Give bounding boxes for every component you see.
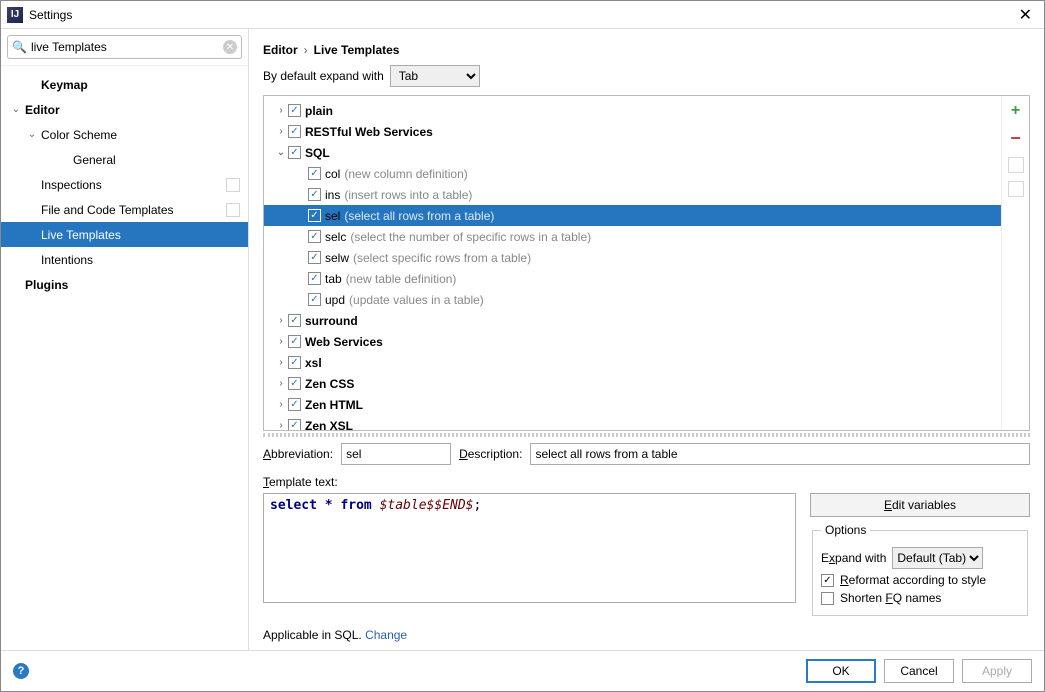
sidebar-item[interactable]: ⌄Color Scheme bbox=[1, 122, 248, 147]
group-checkbox[interactable]: ✓ bbox=[288, 419, 301, 430]
app-icon: IJ bbox=[7, 7, 23, 23]
options-group: Options Expand with Default (Tab) ✓ Refo… bbox=[812, 523, 1028, 616]
splitter-grip[interactable] bbox=[263, 433, 1030, 437]
expand-label: By default expand with bbox=[263, 69, 384, 83]
item-checkbox[interactable]: ✓ bbox=[308, 272, 321, 285]
template-item[interactable]: ✓ins (insert rows into a table) bbox=[264, 184, 1001, 205]
template-item[interactable]: ✓col (new column definition) bbox=[264, 163, 1001, 184]
group-checkbox[interactable]: ✓ bbox=[288, 125, 301, 138]
sidebar-item[interactable]: Live Templates bbox=[1, 222, 248, 247]
description-input[interactable] bbox=[530, 443, 1030, 465]
ok-button[interactable]: OK bbox=[806, 659, 876, 683]
apply-button[interactable]: Apply bbox=[962, 659, 1032, 683]
desc-label: Description: bbox=[459, 447, 522, 461]
item-checkbox[interactable]: ✓ bbox=[308, 251, 321, 264]
breadcrumb: Editor›Live Templates bbox=[249, 29, 1044, 65]
sidebar-item[interactable]: Keymap bbox=[1, 72, 248, 97]
template-item[interactable]: ✓selw (select specific rows from a table… bbox=[264, 247, 1001, 268]
search-input[interactable]: 🔍 ✕ bbox=[7, 35, 242, 59]
template-group[interactable]: ›✓plain bbox=[264, 100, 1001, 121]
scheme-icon bbox=[226, 203, 240, 217]
item-checkbox[interactable]: ✓ bbox=[308, 209, 321, 222]
search-icon: 🔍 bbox=[12, 40, 27, 54]
template-group[interactable]: ›✓Zen CSS bbox=[264, 373, 1001, 394]
template-item[interactable]: ✓sel (select all rows from a table) bbox=[264, 205, 1001, 226]
item-checkbox[interactable]: ✓ bbox=[308, 167, 321, 180]
reformat-checkbox[interactable]: ✓ bbox=[821, 574, 834, 587]
search-field[interactable] bbox=[27, 40, 223, 54]
settings-tree[interactable]: Keymap⌄Editor⌄Color SchemeGeneralInspect… bbox=[1, 66, 248, 650]
template-group[interactable]: ›✓Web Services bbox=[264, 331, 1001, 352]
clear-search-icon[interactable]: ✕ bbox=[223, 40, 237, 54]
group-checkbox[interactable]: ✓ bbox=[288, 356, 301, 369]
sidebar-item[interactable]: General bbox=[1, 147, 248, 172]
sidebar-item[interactable]: Intentions bbox=[1, 247, 248, 272]
shorten-label: Shorten FQ names bbox=[840, 591, 941, 605]
sidebar: 🔍 ✕ Keymap⌄Editor⌄Color SchemeGeneralIns… bbox=[1, 29, 249, 650]
template-item[interactable]: ✓selc (select the number of specific row… bbox=[264, 226, 1001, 247]
group-checkbox[interactable]: ✓ bbox=[288, 314, 301, 327]
template-group[interactable]: ›✓RESTful Web Services bbox=[264, 121, 1001, 142]
templates-tree[interactable]: ›✓plain›✓RESTful Web Services⌄✓SQL✓col (… bbox=[264, 96, 1001, 430]
template-group[interactable]: ›✓Zen HTML bbox=[264, 394, 1001, 415]
remove-icon[interactable]: − bbox=[1010, 128, 1021, 149]
shorten-checkbox[interactable] bbox=[821, 592, 834, 605]
abbreviation-input[interactable] bbox=[341, 443, 451, 465]
sidebar-item[interactable]: Inspections bbox=[1, 172, 248, 197]
item-checkbox[interactable]: ✓ bbox=[308, 230, 321, 243]
applicable-text: Applicable in SQL. Change bbox=[249, 624, 1044, 650]
expand-with-select[interactable]: Default (Tab) bbox=[892, 547, 983, 569]
template-item[interactable]: ✓tab (new table definition) bbox=[264, 268, 1001, 289]
template-text-label: Template text: bbox=[249, 475, 1044, 493]
copy-icon[interactable] bbox=[1008, 157, 1024, 173]
item-checkbox[interactable]: ✓ bbox=[308, 293, 321, 306]
sidebar-item[interactable]: ⌄Editor bbox=[1, 97, 248, 122]
paste-icon[interactable] bbox=[1008, 181, 1024, 197]
item-checkbox[interactable]: ✓ bbox=[308, 188, 321, 201]
edit-variables-button[interactable]: Edit variables bbox=[810, 493, 1030, 517]
template-text-area[interactable]: select * from $table$$END$; bbox=[263, 493, 796, 603]
group-checkbox[interactable]: ✓ bbox=[288, 104, 301, 117]
title-bar: IJ Settings ✕ bbox=[1, 1, 1044, 29]
sidebar-item[interactable]: File and Code Templates bbox=[1, 197, 248, 222]
abbr-label: Abbreviation: bbox=[263, 447, 333, 461]
close-icon[interactable]: ✕ bbox=[1013, 5, 1038, 25]
reformat-label: Reformat according to style bbox=[840, 573, 986, 587]
add-icon[interactable]: + bbox=[1011, 102, 1020, 120]
template-group[interactable]: ›✓surround bbox=[264, 310, 1001, 331]
group-checkbox[interactable]: ✓ bbox=[288, 377, 301, 390]
template-group[interactable]: ⌄✓SQL bbox=[264, 142, 1001, 163]
cancel-button[interactable]: Cancel bbox=[884, 659, 954, 683]
expand-with-label: Expand with bbox=[821, 551, 886, 565]
templates-toolbar: + − bbox=[1001, 96, 1029, 430]
template-item[interactable]: ✓upd (update values in a table) bbox=[264, 289, 1001, 310]
group-checkbox[interactable]: ✓ bbox=[288, 146, 301, 159]
group-checkbox[interactable]: ✓ bbox=[288, 335, 301, 348]
help-icon[interactable]: ? bbox=[13, 663, 29, 679]
expand-select[interactable]: Tab bbox=[390, 65, 480, 87]
change-context-link[interactable]: Change bbox=[365, 628, 407, 642]
template-group[interactable]: ›✓xsl bbox=[264, 352, 1001, 373]
group-checkbox[interactable]: ✓ bbox=[288, 398, 301, 411]
sidebar-item[interactable]: Plugins bbox=[1, 272, 248, 297]
window-title: Settings bbox=[29, 8, 72, 22]
scheme-icon bbox=[226, 178, 240, 192]
template-group[interactable]: ›✓Zen XSL bbox=[264, 415, 1001, 430]
